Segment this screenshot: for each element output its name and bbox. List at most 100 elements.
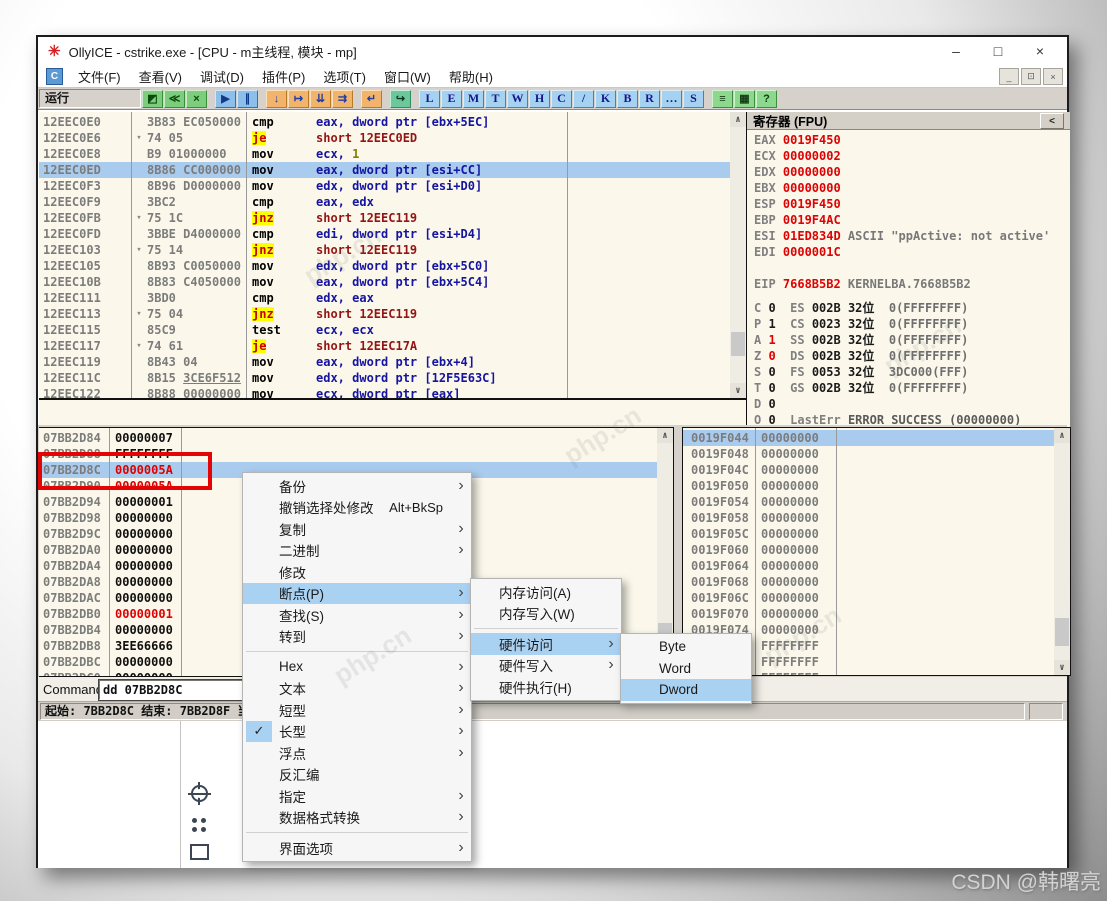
disassembly-row[interactable]: 12EEC0E6 ▾ 74 05 je short 12EEC0ED <box>39 130 746 146</box>
breakpoint-submenu-item[interactable]: 硬件访问 <box>471 633 621 655</box>
context-menu-item[interactable]: 文本 <box>243 678 471 700</box>
flag-row[interactable]: D 0 <box>754 396 1070 412</box>
register-row[interactable]: EBX 00000000 <box>754 180 1070 196</box>
disassembly-row[interactable]: 12EEC10B 8B83 C4050000 mov eax, dword pt… <box>39 274 746 290</box>
context-menu-item[interactable]: 查找(S) <box>243 604 471 626</box>
context-menu-item[interactable]: 浮点 <box>243 742 471 764</box>
pause-button[interactable]: ∥ <box>237 90 258 108</box>
breakpoint-submenu-item[interactable]: 内存访问(A) <box>471 581 621 603</box>
stack-row[interactable]: 0019F04C 00000000 <box>683 462 1070 478</box>
context-menu-item[interactable]: 数据格式转换 <box>243 807 471 829</box>
context-menu-item[interactable]: Hex <box>243 656 471 678</box>
log-window-button[interactable]: L <box>419 90 440 108</box>
cpu-window-button[interactable]: C <box>551 90 572 108</box>
eip-register-row[interactable]: EIP 7668B5B2 KERNELBA.7668B5B2 <box>754 276 1070 292</box>
scroll-down-icon[interactable]: ∨ <box>1054 660 1070 675</box>
appearance-button[interactable]: ▦ <box>734 90 755 108</box>
stack-row[interactable]: 0019F048 00000000 <box>683 446 1070 462</box>
disassembly-row[interactable]: 12EEC0FD 3BBE D4000000 cmp edi, dword pt… <box>39 226 746 242</box>
run-trace-button[interactable]: … <box>661 90 682 108</box>
minimize-button[interactable]: – <box>935 37 977 65</box>
breakpoint-submenu-item[interactable] <box>471 624 621 633</box>
disassembly-row[interactable]: 12EEC119 8B43 04 mov eax, dword ptr [ebx… <box>39 354 746 370</box>
stack-row[interactable]: 0019F064 00000000 <box>683 558 1070 574</box>
run-button[interactable]: ▶ <box>215 90 236 108</box>
patches-button[interactable]: / <box>573 90 594 108</box>
context-menu-item[interactable] <box>243 647 471 656</box>
menubar-item[interactable]: 插件(P) <box>253 67 314 86</box>
disassembly-row[interactable]: 12EEC113 ▾ 75 04 jnz short 12EEC119 <box>39 306 746 322</box>
register-row[interactable]: EAX 0019F450 <box>754 132 1070 148</box>
disassembly-row[interactable]: 12EEC117 ▾ 74 61 je short 12EEC17A <box>39 338 746 354</box>
context-menu-item[interactable]: 长型 <box>243 721 471 743</box>
mdi-restore-button[interactable]: ⊡ <box>1021 68 1041 85</box>
disassembly-row[interactable]: 12EEC0F9 3BC2 cmp eax, edx <box>39 194 746 210</box>
maximize-button[interactable]: □ <box>977 37 1019 65</box>
register-row[interactable]: ESP 0019F450 <box>754 196 1070 212</box>
disassembly-row[interactable]: 12EEC103 ▾ 75 14 jnz short 12EEC119 <box>39 242 746 258</box>
scroll-down-icon[interactable]: ∨ <box>730 383 746 398</box>
stack-row[interactable]: 0019F06C 00000000 <box>683 590 1070 606</box>
hardware-size-item[interactable]: Dword <box>621 679 751 701</box>
flag-row[interactable]: S 0 FS 0053 32位 3DC000(FFF) <box>754 364 1070 380</box>
register-row[interactable]: EDI 0000001C <box>754 244 1070 260</box>
source-button[interactable]: S <box>683 90 704 108</box>
go-to-address-button[interactable]: ↪ <box>390 90 411 108</box>
flag-row[interactable]: P 1 CS 0023 32位 0(FFFFFFFF) <box>754 316 1070 332</box>
mdi-close-button[interactable]: × <box>1043 68 1063 85</box>
scroll-up-icon[interactable]: ∧ <box>730 112 746 127</box>
disassembly-row[interactable]: 12EEC111 3BD0 cmp edx, eax <box>39 290 746 306</box>
handles-button[interactable]: H <box>529 90 550 108</box>
menubar-item[interactable]: 窗口(W) <box>375 67 440 86</box>
disassembly-row[interactable]: 12EEC0E0 3B83 EC050000 cmp eax, dword pt… <box>39 114 746 130</box>
step-into-button[interactable]: ↓ <box>266 90 287 108</box>
context-menu-item[interactable]: 撤销选择处修改 Alt+BkSp <box>243 497 471 519</box>
disassembly-row[interactable]: 12EEC0E8 B9 01000000 mov ecx, 1 <box>39 146 746 162</box>
animate-into-button[interactable]: ⇊ <box>310 90 331 108</box>
scrollbar-thumb[interactable] <box>1055 618 1069 646</box>
register-row[interactable]: EDX 00000000 <box>754 164 1070 180</box>
disassembly-row[interactable]: 12EEC0ED 8B86 CC000000 mov eax, dword pt… <box>39 162 746 178</box>
close-button[interactable]: × <box>1019 37 1061 65</box>
dump-row[interactable]: 07BB2D84 00000007 <box>39 430 673 446</box>
stack-row[interactable]: 0019F05C 00000000 <box>683 526 1070 542</box>
close-program-button[interactable]: × <box>186 90 207 108</box>
stack-row[interactable]: 0019F050 00000000 <box>683 478 1070 494</box>
disassembly-scrollbar[interactable]: ∧ ∨ <box>730 112 746 398</box>
title-bar[interactable]: ✳ OllyICE - cstrike.exe - [CPU - m主线程, 模… <box>38 37 1067 65</box>
stack-row[interactable]: 0019F044 00000000 <box>683 430 1070 446</box>
disassembly-row[interactable]: 12EEC115 85C9 test ecx, ecx <box>39 322 746 338</box>
dots-icon[interactable] <box>192 818 197 823</box>
register-row[interactable]: ESI 01ED834D ASCII "ppActive: not active… <box>754 228 1070 244</box>
threads-button[interactable]: T <box>485 90 506 108</box>
stack-row[interactable]: 0019F060 00000000 <box>683 542 1070 558</box>
stack-scrollbar[interactable]: ∧ ∨ <box>1054 428 1070 675</box>
executable-modules-button[interactable]: E <box>441 90 462 108</box>
disassembly-row[interactable]: 12EEC0FB ▾ 75 1C jnz short 12EEC119 <box>39 210 746 226</box>
context-menu-item[interactable]: 指定 <box>243 785 471 807</box>
flag-row[interactable]: Z 0 DS 002B 32位 0(FFFFFFFF) <box>754 348 1070 364</box>
context-menu-item[interactable] <box>243 828 471 837</box>
mdi-minimize-button[interactable]: _ <box>999 68 1019 85</box>
execute-till-return-button[interactable]: ↵ <box>361 90 382 108</box>
context-menu-item[interactable]: 界面选项 <box>243 837 471 859</box>
breakpoint-submenu-item[interactable]: 硬件执行(H) <box>471 676 621 698</box>
disassembly-row[interactable]: 12EEC11C 8B15 3CE6F512 mov edx, dword pt… <box>39 370 746 386</box>
menubar-item[interactable]: 查看(V) <box>130 67 191 86</box>
register-row[interactable]: EBP 0019F4AC <box>754 212 1070 228</box>
stack-row[interactable]: 0019F068 00000000 <box>683 574 1070 590</box>
flag-row[interactable]: A 1 SS 002B 32位 0(FFFFFFFF) <box>754 332 1070 348</box>
stack-row[interactable]: 0019F058 00000000 <box>683 510 1070 526</box>
square-icon[interactable] <box>190 844 209 860</box>
context-menu-item[interactable]: 短型 <box>243 699 471 721</box>
register-row[interactable]: ECX 00000002 <box>754 148 1070 164</box>
flag-row[interactable]: T 0 GS 002B 32位 0(FFFFFFFF) <box>754 380 1070 396</box>
target-icon[interactable] <box>191 785 208 802</box>
flag-row[interactable]: C 0 ES 002B 32位 0(FFFFFFFF) <box>754 300 1070 316</box>
menubar-item[interactable]: 帮助(H) <box>440 67 502 86</box>
options-button[interactable]: ≡ <box>712 90 733 108</box>
scroll-up-icon[interactable]: ∧ <box>657 428 673 443</box>
menubar-item[interactable]: 调试(D) <box>191 67 253 86</box>
help-button[interactable]: ? <box>756 90 777 108</box>
context-menu-item[interactable]: 修改 <box>243 561 471 583</box>
